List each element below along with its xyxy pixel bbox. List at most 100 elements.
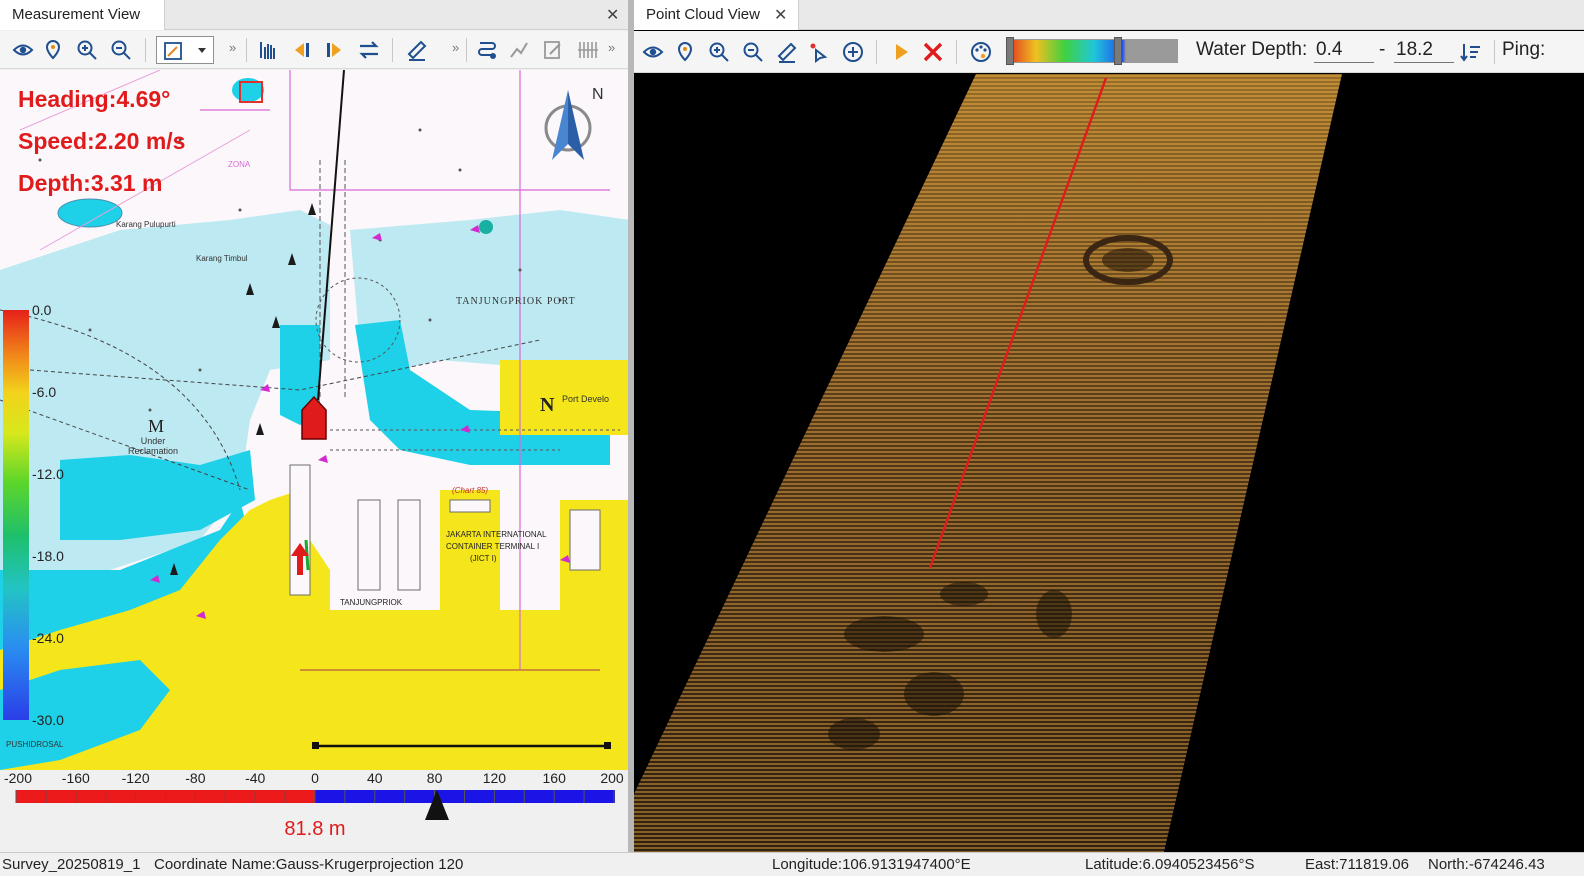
measurement-view-panel: Measurement View ✕ » » » TANJUNGPRIOK PO… xyxy=(0,0,634,852)
offset-tick-label: 40 xyxy=(367,770,383,786)
map-label-jict-line3: (JICT I) xyxy=(470,554,497,563)
tab-label: Measurement View xyxy=(12,6,141,23)
tab-measurement-view[interactable]: Measurement View xyxy=(0,0,165,30)
offset-tick-label: -120 xyxy=(121,770,150,786)
toolbar-overflow-button[interactable]: » xyxy=(608,40,615,55)
view-eye-icon[interactable] xyxy=(640,39,666,65)
vessel-marker-icon[interactable] xyxy=(300,396,328,440)
map-label-jict-line1: JAKARTA INTERNATIONAL xyxy=(446,530,547,539)
offset-tick-label: 200 xyxy=(600,770,624,786)
map-label-chart-ref: (Chart 85) xyxy=(452,486,489,495)
toolbar-divider xyxy=(246,38,247,62)
map-label-karang-pulupurti: Karang Pulupurti xyxy=(116,220,176,229)
toolbar-overflow-button[interactable]: » xyxy=(229,40,236,55)
tab-label: Point Cloud View xyxy=(646,6,760,23)
ping-label: Ping: xyxy=(1502,39,1546,60)
zoom-out-icon[interactable] xyxy=(740,39,766,65)
chevron-down-icon xyxy=(198,48,206,53)
latitude-readout: Latitude:6.0940523456°S xyxy=(1085,856,1255,873)
offset-tick-label: 120 xyxy=(482,770,507,786)
toolbar-divider xyxy=(1494,40,1495,64)
zoom-in-icon[interactable] xyxy=(74,37,100,63)
offset-tick-label: 160 xyxy=(542,770,566,786)
map-label-port-develop: Port Develo xyxy=(562,394,610,404)
longitude-readout: Longitude:106.9131947400°E xyxy=(772,856,971,873)
offset-gauge xyxy=(15,790,615,820)
east-readout: East:711819.06 xyxy=(1305,856,1409,873)
offset-distance-value: 81.8 m xyxy=(284,818,346,840)
next-step-icon[interactable] xyxy=(322,37,348,63)
depth-legend-label: -6.0 xyxy=(32,384,57,400)
view-eye-icon[interactable] xyxy=(10,37,36,63)
ruler-measure-icon[interactable] xyxy=(774,39,800,65)
coordinate-system: Coordinate Name:Gauss-Krugerprojection 1… xyxy=(154,856,464,873)
point-cloud-view-panel: Point Cloud View ✕ Water Depth: 0.4 - 18… xyxy=(634,0,1584,852)
layer-icon xyxy=(164,42,182,60)
offset-tick-label: 0 xyxy=(311,770,319,786)
location-pin-icon[interactable] xyxy=(40,37,66,63)
point-select-icon[interactable] xyxy=(806,39,832,65)
app-window: Measurement View ✕ » » » TANJUNGPRIOK PO… xyxy=(0,0,1584,876)
toolbar-divider xyxy=(956,40,957,64)
swap-direction-icon[interactable] xyxy=(356,37,382,63)
map-label-area-n: N xyxy=(540,394,555,416)
toolbar-divider xyxy=(392,38,393,62)
layer-select-dropdown[interactable] xyxy=(156,36,214,64)
speed-readout: Speed:2.20 m/s xyxy=(18,128,186,154)
depth-min-input[interactable] xyxy=(1314,37,1374,63)
offset-tick-label: -200 xyxy=(3,770,33,786)
toolbar-divider xyxy=(876,40,877,64)
depth-readout: Depth:3.31 m xyxy=(18,170,163,196)
water-depth-label: Water Depth: xyxy=(1196,39,1308,60)
measurement-toolbar: » » » xyxy=(0,31,634,69)
position-arrow-icon xyxy=(291,543,309,575)
offset-tick-label: -80 xyxy=(185,770,206,786)
zoom-in-icon[interactable] xyxy=(706,39,732,65)
sort-descending-icon[interactable] xyxy=(1458,39,1484,65)
survey-name: Survey_20250819_1 xyxy=(2,856,141,873)
color-palette-icon[interactable] xyxy=(968,39,994,65)
compass-north-label: N xyxy=(592,86,604,103)
point-cloud-toolbar: Water Depth: - Ping: xyxy=(634,31,1584,73)
target-add-icon[interactable] xyxy=(840,39,866,65)
nautical-chart-map[interactable]: TANJUNGPRIOK PORT N Port Develo M Under … xyxy=(0,70,630,770)
location-pin-icon[interactable] xyxy=(672,39,698,65)
ruler-measure-icon[interactable] xyxy=(404,37,430,63)
close-measurement-view-button[interactable]: ✕ xyxy=(606,5,619,25)
offset-minor-ticks xyxy=(15,790,615,803)
toolbar-overflow-button[interactable]: » xyxy=(452,40,459,55)
map-label-tanjungpriok-port: TANJUNGPRIOK PORT xyxy=(456,296,576,307)
color-scale-max-handle[interactable] xyxy=(1114,37,1122,65)
color-scale-min-handle[interactable] xyxy=(1006,37,1014,65)
draw-pen-icon[interactable] xyxy=(540,37,566,63)
north-readout: North:-674246.43 xyxy=(1428,856,1545,873)
right-tab-bar: Point Cloud View ✕ xyxy=(634,0,1584,30)
depth-max-input[interactable] xyxy=(1394,37,1454,63)
left-tab-bar: Measurement View ✕ xyxy=(0,0,634,30)
zoom-out-icon[interactable] xyxy=(108,37,134,63)
route-add-icon[interactable] xyxy=(474,37,500,63)
pan-hand-icon[interactable] xyxy=(256,37,282,63)
depth-color-legend xyxy=(3,310,29,720)
play-icon[interactable] xyxy=(888,39,914,65)
map-label-zona: ZONA xyxy=(228,160,251,169)
status-bar: Survey_20250819_1 Coordinate Name:Gauss-… xyxy=(0,852,1584,876)
grid-lines-icon[interactable] xyxy=(574,37,600,63)
point-cloud-canvas[interactable] xyxy=(634,74,1584,852)
offset-tick-label: -40 xyxy=(245,770,266,786)
line-edit-icon[interactable] xyxy=(506,37,532,63)
map-label-tanjungpriok: TANJUNGPRIOK xyxy=(340,598,403,607)
depth-legend-label: -12.0 xyxy=(32,466,64,482)
depth-range-separator: - xyxy=(1379,39,1386,60)
map-label-jict-line2: CONTAINER TERMINAL I xyxy=(446,542,540,551)
depth-color-scale-bar[interactable] xyxy=(1006,39,1178,63)
offset-tick-label: 80 xyxy=(426,770,443,786)
cross-track-offset-scale: -200 -160 -120 -80 -40 0 40 80 120 160 200 81.8 m xyxy=(0,770,630,852)
previous-step-icon[interactable] xyxy=(288,37,314,63)
offset-tick-label: -160 xyxy=(61,770,90,786)
clear-x-icon[interactable] xyxy=(920,39,946,65)
map-label-under-reclamation: Under Reclamation xyxy=(127,436,179,456)
close-point-cloud-view-button[interactable]: ✕ xyxy=(774,5,787,25)
toolbar-divider xyxy=(466,38,467,62)
point-cloud-rendering xyxy=(634,74,1342,852)
